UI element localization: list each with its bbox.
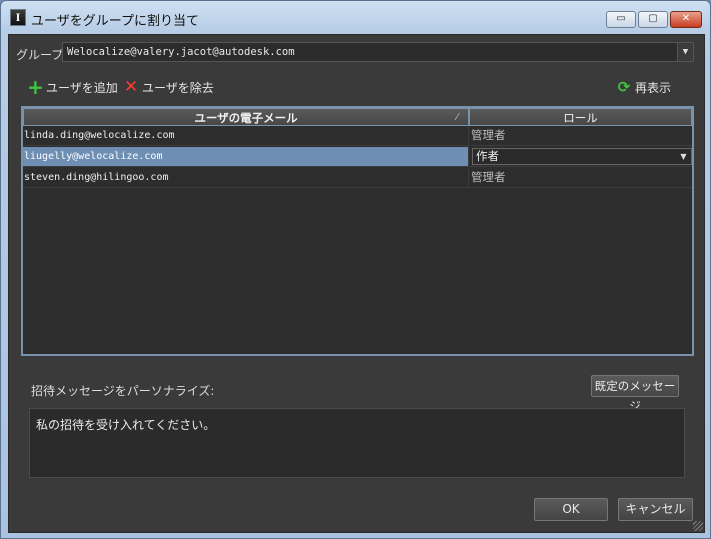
email-cell: steven.ding@hilingoo.com xyxy=(23,168,469,187)
dialog-window: I ユーザをグループに割り当て ▭ ▢ ✕ グループ: Welocalize@v… xyxy=(0,0,711,539)
refresh-label: 再表示 xyxy=(635,80,672,95)
default-message-button[interactable]: 既定のメッセージ xyxy=(591,375,679,413)
dialog-body: グループ: Welocalize@valery.jacot@autodesk.c… xyxy=(8,34,705,533)
resize-grip[interactable] xyxy=(693,521,703,531)
table-row[interactable]: steven.ding@hilingoo.com 管理者 xyxy=(23,168,692,188)
add-user-button[interactable]: + ユーザを追加 xyxy=(27,75,118,99)
role-cell[interactable]: 管理者 xyxy=(469,168,692,187)
minimize-button[interactable]: ▭ xyxy=(606,11,636,28)
sort-icon: ⁄ xyxy=(456,112,458,123)
email-cell: liugelly@welocalize.com xyxy=(23,147,469,166)
remove-user-label: ユーザを除去 xyxy=(142,80,214,95)
remove-user-button[interactable]: ✕ ユーザを除去 xyxy=(123,78,214,96)
chevron-down-icon[interactable]: ▼ xyxy=(677,43,693,61)
ok-button[interactable]: OK xyxy=(534,498,608,521)
group-dropdown[interactable]: Welocalize@valery.jacot@autodesk.com ▼ xyxy=(62,42,694,62)
column-header-role[interactable]: ロール xyxy=(469,108,692,126)
cancel-button[interactable]: キャンセル xyxy=(618,498,693,521)
close-button[interactable]: ✕ xyxy=(670,11,702,28)
window-title: ユーザをグループに割り当て xyxy=(31,14,199,29)
add-user-label: ユーザを追加 xyxy=(46,80,118,95)
role-cell: 作者 ▼ xyxy=(469,147,692,166)
close-icon: ✕ xyxy=(123,77,139,97)
table-row[interactable]: linda.ding@welocalize.com 管理者 xyxy=(23,126,692,146)
column-header-email[interactable]: ユーザの電子メール ⁄ xyxy=(23,108,469,126)
role-dropdown[interactable]: 作者 ▼ xyxy=(472,148,692,165)
app-icon: I xyxy=(10,9,26,26)
email-cell: linda.ding@welocalize.com xyxy=(23,126,469,145)
users-table: ユーザの電子メール ⁄ ロール linda.ding@welocalize.co… xyxy=(21,106,694,356)
invite-message-label: 招待メッセージをパーソナライズ: xyxy=(31,384,215,398)
maximize-button[interactable]: ▢ xyxy=(638,11,668,28)
column-header-email-label: ユーザの電子メール xyxy=(194,111,298,125)
chevron-down-icon[interactable]: ▼ xyxy=(676,149,691,164)
role-dropdown-value: 作者 xyxy=(476,149,499,163)
group-label: グループ: xyxy=(16,48,68,62)
group-dropdown-value: Welocalize@valery.jacot@autodesk.com xyxy=(67,46,295,58)
table-header: ユーザの電子メール ⁄ ロール xyxy=(23,108,692,126)
refresh-icon: ⟳ xyxy=(617,78,631,96)
title-bar[interactable]: I ユーザをグループに割り当て ▭ ▢ ✕ xyxy=(1,1,710,33)
role-cell[interactable]: 管理者 xyxy=(469,126,692,145)
invite-message-field[interactable]: 私の招待を受け入れてください。 xyxy=(29,408,685,478)
plus-icon: + xyxy=(27,75,44,99)
table-row[interactable]: liugelly@welocalize.com 作者 ▼ xyxy=(23,147,692,167)
refresh-button[interactable]: ⟳ 再表示 xyxy=(616,78,671,96)
